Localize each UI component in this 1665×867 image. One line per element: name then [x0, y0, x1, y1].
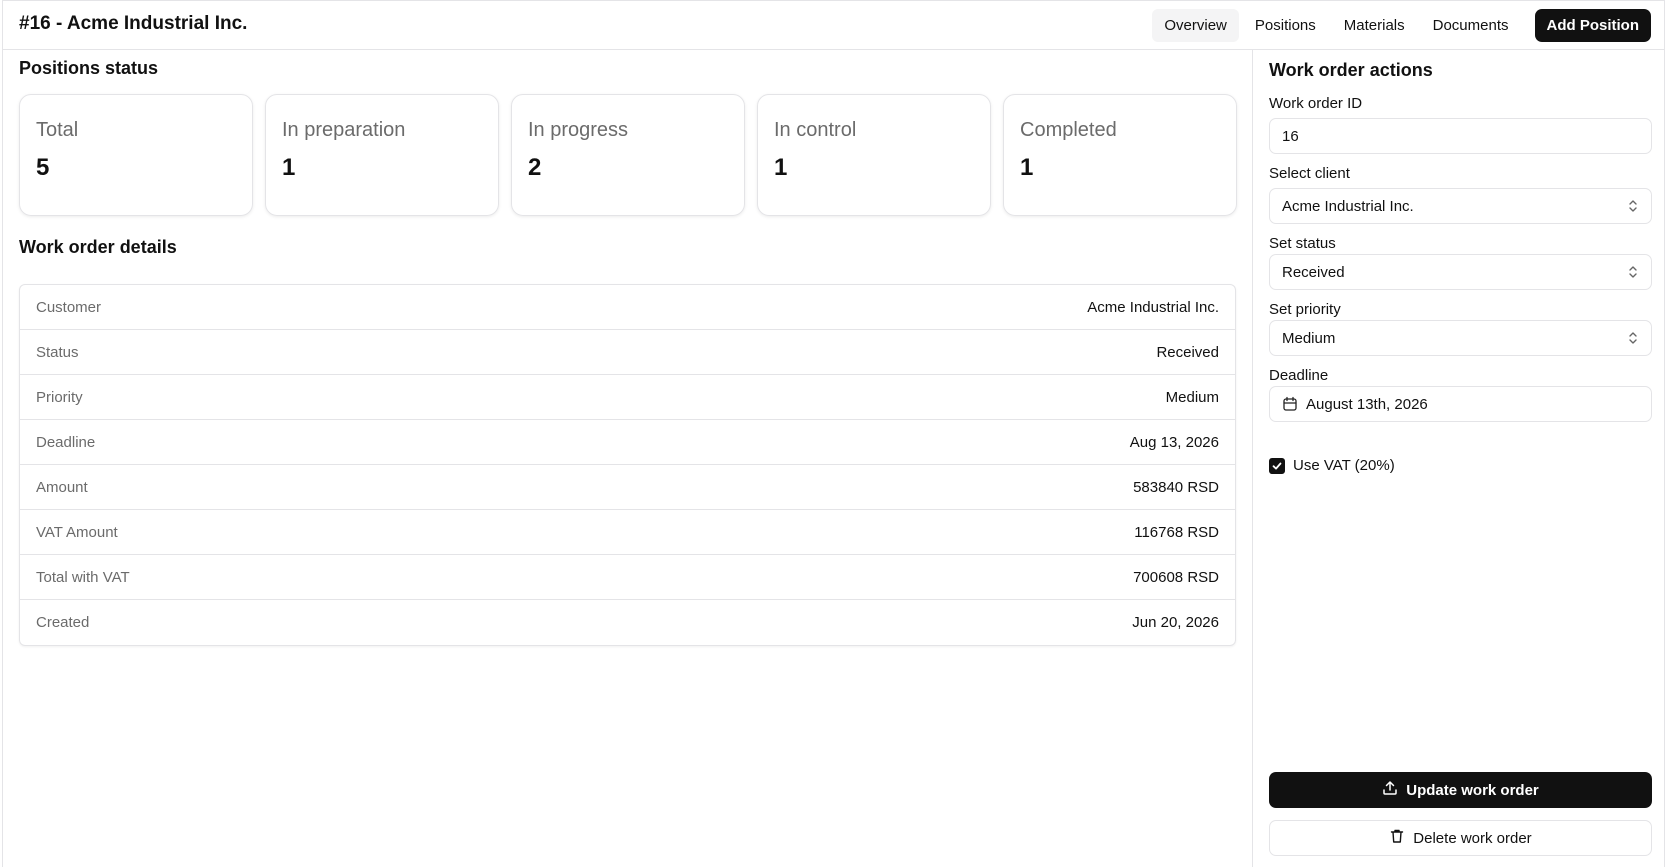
work-order-actions-title: Work order actions: [1269, 60, 1433, 80]
work-order-actions-panel: Work order actions Work order ID 16 Sele…: [1252, 50, 1665, 867]
detail-value: Aug 13, 2026: [1129, 433, 1219, 451]
stat-label: Completed: [1020, 119, 1117, 141]
stat-value: 1: [774, 154, 788, 181]
tab-positions[interactable]: Positions: [1243, 9, 1328, 42]
stat-label: In progress: [528, 119, 629, 141]
tab-materials[interactable]: Materials: [1332, 9, 1417, 42]
work-order-id-label: Work order ID: [1269, 95, 1363, 112]
detail-label: Priority: [36, 388, 83, 406]
stat-card-total: Total 5: [19, 94, 253, 216]
detail-row-customer: Customer Acme Industrial Inc.: [20, 285, 1235, 330]
stat-label: Total: [36, 119, 79, 141]
stat-label: In control: [774, 119, 857, 141]
update-work-order-label: Update work order: [1406, 781, 1539, 799]
trash-icon: [1389, 828, 1405, 848]
select-client-label: Select client: [1269, 165, 1350, 182]
use-vat-row: Use VAT (20%): [1269, 457, 1395, 474]
page-title: #16 - Acme Industrial Inc.: [19, 13, 248, 34]
detail-label: VAT Amount: [36, 523, 118, 541]
work-order-id-value: 16: [1282, 127, 1299, 145]
detail-row-total-with-vat: Total with VAT 700608 RSD: [20, 555, 1235, 600]
detail-row-deadline: Deadline Aug 13, 2026: [20, 420, 1235, 465]
delete-work-order-button[interactable]: Delete work order: [1269, 820, 1652, 856]
upload-icon: [1382, 780, 1398, 800]
stat-value: 2: [528, 154, 542, 181]
work-order-id-input[interactable]: 16: [1269, 118, 1652, 154]
calendar-icon: [1282, 396, 1298, 412]
stat-card-in-preparation: In preparation 1: [265, 94, 499, 216]
detail-value: Jun 20, 2026: [1132, 614, 1219, 631]
work-order-details-table: Customer Acme Industrial Inc. Status Rec…: [19, 284, 1236, 646]
detail-label: Deadline: [36, 433, 96, 451]
detail-label: Customer: [36, 298, 102, 316]
detail-row-created: Created Jun 20, 2026: [20, 600, 1235, 645]
detail-row-status: Status Received: [20, 330, 1235, 375]
set-priority-label: Set priority: [1269, 301, 1341, 318]
detail-row-vat-amount: VAT Amount 116768 RSD: [20, 510, 1235, 555]
detail-value: 700608 RSD: [1133, 568, 1219, 586]
priority-select-value: Medium: [1282, 329, 1336, 347]
detail-value: Received: [1156, 343, 1219, 361]
client-select-value: Acme Industrial Inc.: [1282, 197, 1414, 215]
work-order-details-title: Work order details: [19, 237, 177, 257]
tab-documents[interactable]: Documents: [1421, 9, 1521, 42]
app-frame: #16 - Acme Industrial Inc. Overview Posi…: [2, 0, 1665, 867]
detail-label: Amount: [36, 478, 88, 496]
check-icon: [1272, 462, 1282, 469]
status-select[interactable]: Received: [1269, 254, 1652, 290]
positions-status-title: Positions status: [19, 58, 159, 78]
update-work-order-button[interactable]: Update work order: [1269, 772, 1652, 808]
deadline-label: Deadline: [1269, 367, 1329, 384]
chevrons-up-down-icon: [1627, 331, 1639, 345]
stat-value: 1: [1020, 154, 1034, 181]
detail-value: Medium: [1165, 388, 1219, 406]
priority-select[interactable]: Medium: [1269, 320, 1652, 356]
detail-row-amount: Amount 583840 RSD: [20, 465, 1235, 510]
main-content: Positions status Total 5 In preparation …: [3, 50, 1252, 867]
delete-work-order-label: Delete work order: [1413, 829, 1532, 847]
chevrons-up-down-icon: [1627, 265, 1639, 279]
nav-tabs: Overview Positions Materials Documents A…: [1152, 9, 1651, 42]
detail-value: 116768 RSD: [1134, 523, 1219, 541]
set-status-label: Set status: [1269, 235, 1336, 252]
status-select-value: Received: [1282, 263, 1345, 281]
deadline-value: August 13th, 2026: [1306, 395, 1428, 413]
deadline-date-picker[interactable]: August 13th, 2026: [1269, 386, 1652, 422]
positions-status-cards: Total 5 In preparation 1 In progress 2 I…: [19, 94, 1237, 216]
client-select[interactable]: Acme Industrial Inc.: [1269, 188, 1652, 224]
tab-overview[interactable]: Overview: [1152, 9, 1239, 42]
stat-label: In preparation: [282, 119, 406, 141]
detail-label: Total with VAT: [36, 568, 130, 586]
use-vat-label: Use VAT (20%): [1293, 457, 1395, 474]
detail-label: Created: [36, 614, 90, 631]
detail-label: Status: [36, 343, 79, 361]
chevrons-up-down-icon: [1627, 199, 1639, 213]
use-vat-checkbox[interactable]: [1269, 457, 1285, 474]
stat-value: 1: [282, 154, 296, 181]
stat-card-completed: Completed 1: [1003, 94, 1237, 216]
stat-card-in-progress: In progress 2: [511, 94, 745, 216]
detail-value: 583840 RSD: [1133, 478, 1219, 496]
stat-value: 5: [36, 154, 50, 181]
add-position-button[interactable]: Add Position: [1534, 9, 1651, 42]
detail-value: Acme Industrial Inc.: [1087, 298, 1219, 316]
detail-row-priority: Priority Medium: [20, 375, 1235, 420]
header: #16 - Acme Industrial Inc. Overview Posi…: [3, 1, 1664, 50]
stat-card-in-control: In control 1: [757, 94, 991, 216]
